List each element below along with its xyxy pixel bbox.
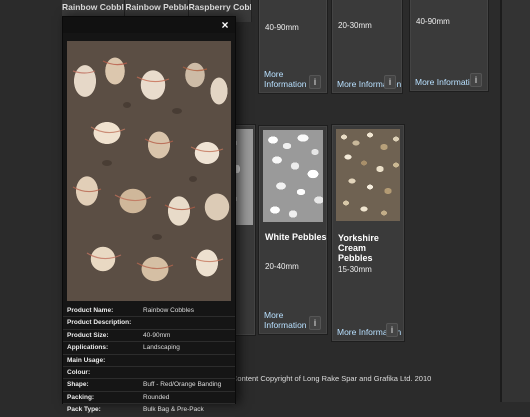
info-icon[interactable]: i xyxy=(309,75,321,89)
table-row: Applications: Landscaping xyxy=(63,342,235,355)
property-label: Product Name: xyxy=(67,307,114,314)
product-card: 20-30mm More Information i xyxy=(331,0,403,94)
property-label: Applications: xyxy=(67,344,109,352)
property-value xyxy=(139,317,235,328)
table-row: Shape: Buff - Red/Orange Banding xyxy=(63,379,235,392)
property-label: Colour: xyxy=(67,368,91,376)
property-value xyxy=(139,367,235,378)
product-card: 40-90mm More Information i xyxy=(409,0,489,92)
info-icon[interactable]: i xyxy=(384,75,396,89)
property-value: 40-90mm xyxy=(143,331,171,339)
property-value xyxy=(139,355,235,366)
product-card: Yorkshire Cream Pebbles 15-30mm More Inf… xyxy=(331,124,405,342)
property-label: Pack Type: xyxy=(67,406,101,414)
product-size: 15-30mm xyxy=(338,265,372,274)
popup-header: × xyxy=(63,17,235,33)
product-properties-table: Product Name: Rainbow Cobbles Product De… xyxy=(63,305,235,417)
product-size: 20-40mm xyxy=(265,262,299,271)
property-label: Packing: xyxy=(67,393,95,401)
product-image-large xyxy=(67,41,231,301)
close-icon[interactable]: × xyxy=(219,19,231,31)
pebble-banding xyxy=(72,60,224,270)
product-title: White Pebbles xyxy=(265,232,327,242)
property-value: Bulk Bag & Pre-Pack xyxy=(143,406,204,414)
property-label: Product Size: xyxy=(67,331,109,339)
property-value: Rainbow Cobbles xyxy=(143,307,194,314)
property-value: Rounded xyxy=(143,393,170,401)
product-image[interactable] xyxy=(336,129,400,221)
table-row: Product Size: 40-90mm xyxy=(63,330,235,343)
product-image[interactable] xyxy=(263,130,323,222)
table-row: Product Name: Rainbow Cobbles xyxy=(63,305,235,318)
table-row: Pack Type: Bulk Bag & Pre-Pack xyxy=(63,404,235,417)
footer-copyright: Content Copyright of Long Rake Spar and … xyxy=(232,374,432,383)
product-size: 40-90mm xyxy=(265,23,299,32)
page-edge xyxy=(502,0,530,402)
property-label: Product Description: xyxy=(67,319,132,327)
table-row: Colour: xyxy=(63,367,235,380)
info-icon[interactable]: i xyxy=(386,323,398,337)
table-row: Packing: Rounded xyxy=(63,392,235,405)
table-row: Main Usage: xyxy=(63,355,235,367)
property-label: Shape: xyxy=(67,381,89,389)
info-icon[interactable]: i xyxy=(470,73,482,87)
product-card: White Pebbles 20-40mm More Information i xyxy=(258,125,328,335)
product-size: 20-30mm xyxy=(338,21,372,30)
property-value: Buff - Red/Orange Banding xyxy=(143,381,222,389)
property-label: Main Usage: xyxy=(67,356,106,364)
product-title: Yorkshire Cream Pebbles xyxy=(338,233,379,263)
property-value: Landscaping xyxy=(143,344,180,352)
table-row: Product Description: xyxy=(63,317,235,330)
product-detail-popup: × Product Name: Rainbow Cobbles Product … xyxy=(62,16,236,417)
info-icon[interactable]: i xyxy=(309,316,321,330)
product-size: 40-90mm xyxy=(416,17,450,26)
product-card: 40-90mm More Information i xyxy=(258,0,328,94)
